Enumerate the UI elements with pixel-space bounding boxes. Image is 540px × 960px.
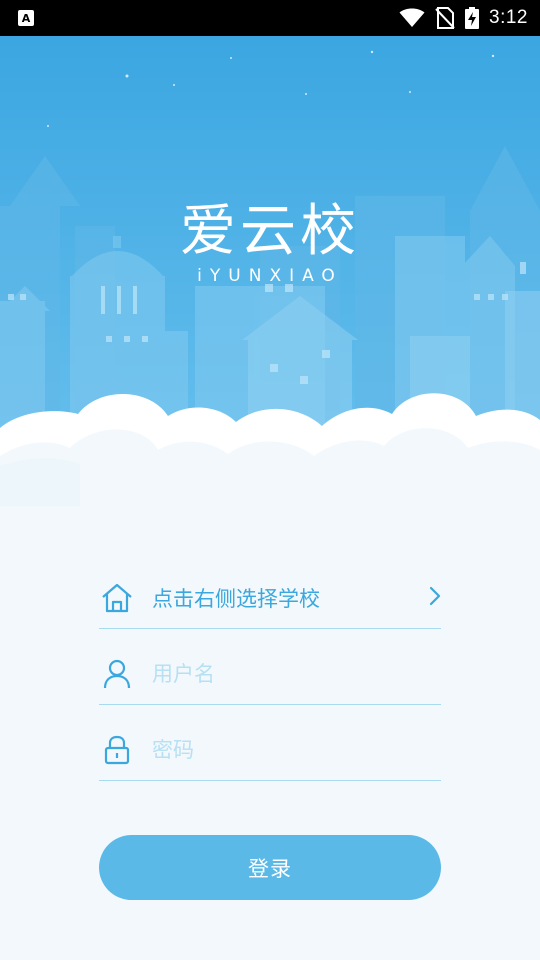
wifi-icon <box>399 8 425 27</box>
user-icon <box>100 659 134 689</box>
username-input[interactable] <box>152 662 441 686</box>
lock-icon <box>100 735 134 765</box>
login-screen: A 3:12 爱云校 iYUNXIAO 点击右侧选择学校 用户名 登录 <box>0 0 540 960</box>
password-input[interactable] <box>152 738 441 762</box>
app-title: 爱云校 <box>180 199 360 264</box>
hero-banner: 爱云校 iYUNXIAO <box>0 36 540 506</box>
password-field <box>99 720 441 781</box>
no-sim-icon <box>435 7 455 29</box>
status-bar: A 3:12 <box>0 0 540 36</box>
school-selector[interactable]: 点击右侧选择学校 <box>99 568 441 629</box>
login-button[interactable]: 登录 <box>99 835 441 900</box>
login-form: 点击右侧选择学校 <box>99 568 441 796</box>
battery-charging-icon <box>465 7 480 29</box>
chevron-right-icon[interactable] <box>429 585 441 611</box>
school-selector-label: 点击右侧选择学校 <box>152 587 320 611</box>
clock: 3:12 <box>489 7 528 28</box>
app-subtitle: iYUNXIAO <box>197 266 343 286</box>
a-icon: A <box>18 10 34 26</box>
home-icon <box>100 583 134 613</box>
username-field <box>99 644 441 705</box>
